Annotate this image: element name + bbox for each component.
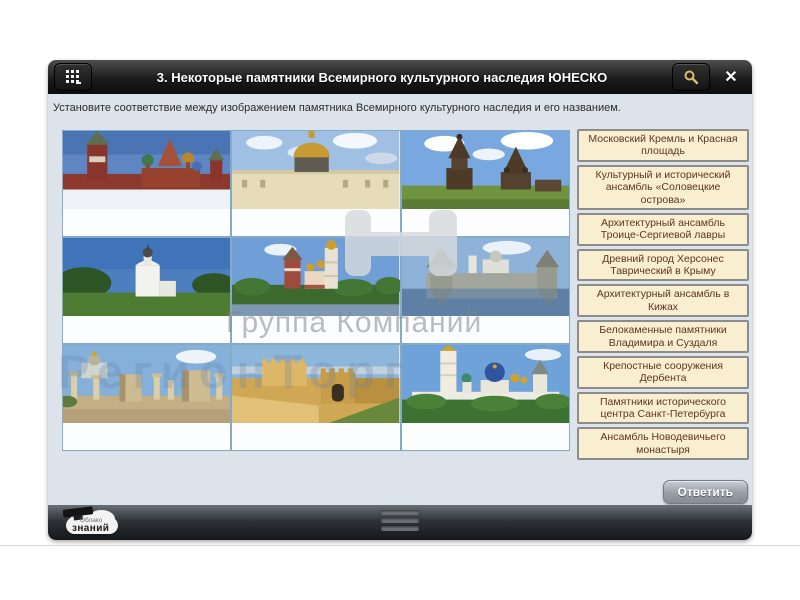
drop-slot-8[interactable] [232,423,399,450]
page-title: 3. Некоторые памятники Всемирного культу… [98,70,666,85]
answer-option-8[interactable]: Памятники исторического центра Санкт-Пет… [577,392,749,425]
task-area: Установите соответствие между изображени… [48,94,752,505]
drop-slot-2[interactable] [232,209,399,236]
grid-cell-8[interactable] [231,344,400,451]
page-divider [0,545,800,546]
logo-text-bottom: знаний [72,523,109,534]
drag-handle-bar [381,510,419,515]
church-on-nerl-photo [63,238,230,316]
drag-handle[interactable] [381,510,419,531]
answer-option-9[interactable]: Ансамбль Новодевичьего монастыря [577,427,749,460]
grid-cell-3[interactable] [401,130,570,237]
drop-slot-9[interactable] [402,423,569,450]
image-grid [62,130,570,451]
answer-list: Московский Кремль и Красная площадь Куль… [577,129,749,460]
bottom-bar: Облако знаний [48,505,752,540]
drop-slot-7[interactable] [63,423,230,450]
solovetsky-monastery-photo [402,238,569,316]
task-list-button[interactable] [54,63,92,91]
kizhi-churches-photo [402,131,569,209]
drop-slot-6[interactable] [402,316,569,343]
grid-cell-7[interactable] [62,344,231,451]
answer-option-6[interactable]: Белокаменные памятники Владимира и Сузда… [577,320,749,353]
search-icon [683,69,699,85]
search-button[interactable] [672,63,710,91]
title-bar: 3. Некоторые памятники Всемирного культу… [48,60,752,94]
chersonesus-ruins-photo [63,345,230,423]
drag-handle-bar [381,526,419,531]
grid-cell-6[interactable] [401,237,570,344]
answer-option-5[interactable]: Архитектурный ансамбль в Кижах [577,284,749,317]
oblako-znaniy-logo: Облако знаний [60,506,126,539]
answer-option-7[interactable]: Крепостные сооружения Дербента [577,356,749,389]
answer-option-2[interactable]: Культурный и исторический ансамбль «Соло… [577,165,749,210]
novodevichy-convent-photo [232,238,399,316]
st-isaacs-cathedral-photo [232,131,399,209]
grid-cell-5[interactable] [231,237,400,344]
drop-slot-1[interactable] [63,209,230,236]
moscow-kremlin-photo [63,131,230,209]
answer-option-3[interactable]: Архитектурный ансамбль Троице-Сергиевой … [577,213,749,246]
drop-slot-5[interactable] [232,316,399,343]
grid-cell-2[interactable] [231,130,400,237]
instruction-text: Установите соответствие между изображени… [48,94,752,118]
drag-handle-bar [381,518,419,523]
answer-button[interactable]: Ответить [663,480,748,504]
derbent-fortress-photo [232,345,399,423]
grid-cell-9[interactable] [401,344,570,451]
drop-slot-3[interactable] [402,209,569,236]
answer-option-4[interactable]: Древний город Херсонес Таврический в Кры… [577,249,749,282]
answer-option-1[interactable]: Московский Кремль и Красная площадь [577,129,749,162]
trinity-lavra-photo [402,345,569,423]
grid-cell-1[interactable] [62,130,231,237]
close-button[interactable]: ✕ [716,64,746,90]
task-grid-icon [64,69,82,85]
drop-slot-4[interactable] [63,316,230,343]
close-icon: ✕ [724,67,737,87]
app-window: 3. Некоторые памятники Всемирного культу… [48,60,752,540]
grid-cell-4[interactable] [62,237,231,344]
